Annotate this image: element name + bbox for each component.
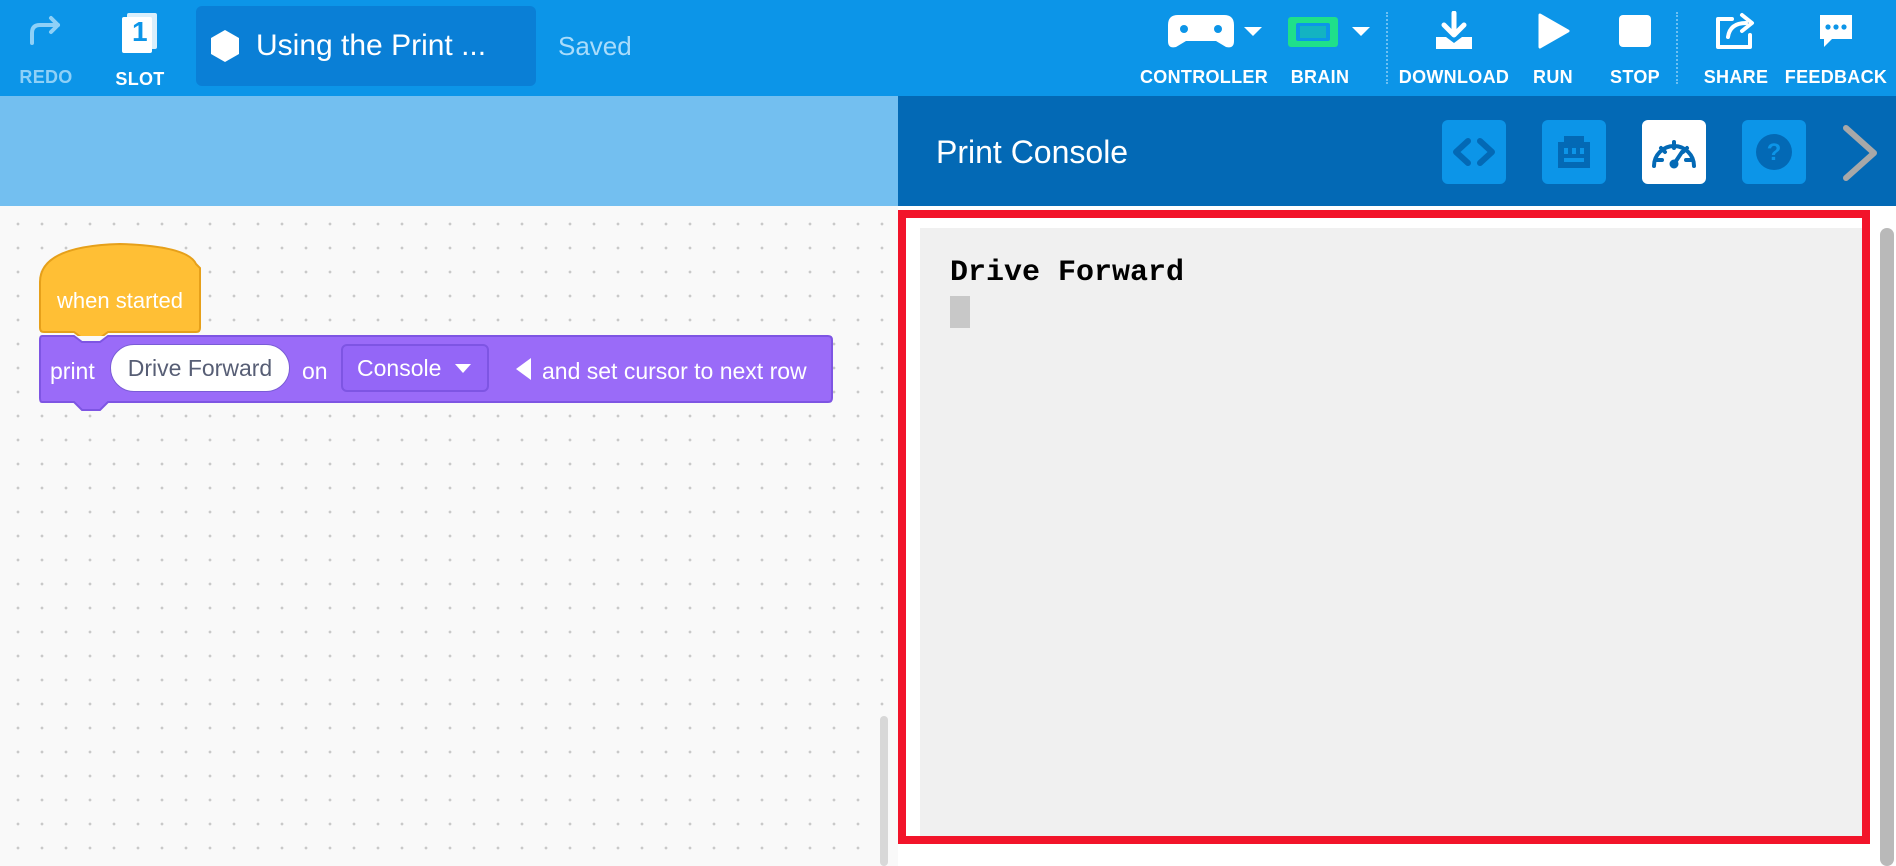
project-title-box[interactable]: Using the Print ... [196, 6, 536, 86]
share-button[interactable]: SHARE [1704, 10, 1768, 86]
slot-icon: 1 [118, 10, 162, 54]
devices-icon [1558, 136, 1590, 168]
devices-button[interactable] [1542, 120, 1606, 184]
print-word: print [50, 358, 95, 384]
feedback-button[interactable]: FEEDBACK [1784, 10, 1888, 87]
play-icon [1536, 10, 1570, 52]
run-button[interactable]: RUN [1530, 10, 1576, 86]
save-status: Saved [558, 31, 632, 61]
stop-button[interactable]: STOP [1608, 10, 1662, 86]
help-button[interactable]: ? [1742, 120, 1806, 184]
console-scrollbar[interactable] [1880, 228, 1894, 866]
slot-number: 1 [132, 16, 148, 47]
when-started-label: when started [57, 288, 183, 313]
share-icon [1714, 10, 1758, 52]
stop-label: STOP [1610, 67, 1660, 87]
redo-label: REDO [19, 67, 73, 87]
dashboard-icon [1652, 140, 1696, 169]
panel-title: Print Console [936, 134, 1129, 170]
slot-button[interactable]: 1 SLOT [114, 10, 166, 89]
on-word: on [302, 358, 328, 384]
print-block[interactable]: print Drive Forward on Console and set c… [38, 334, 834, 416]
brain-label: BRAIN [1290, 67, 1350, 87]
brain-button[interactable]: BRAIN [1284, 10, 1376, 86]
redo-icon [26, 10, 66, 52]
run-label: RUN [1533, 67, 1573, 87]
chevron-right-icon[interactable] [1838, 124, 1882, 182]
console-cursor [950, 296, 970, 328]
toolbar-divider [1676, 12, 1678, 84]
stop-icon [1617, 10, 1653, 52]
controller-label: CONTROLLER [1140, 67, 1268, 87]
code-viewer-icon [1453, 138, 1495, 166]
console-output-line: Drive Forward [950, 256, 1185, 290]
help-icon: ? [1756, 134, 1792, 170]
top-toolbar: REDO 1 SLOT Using the Print ... Saved CO… [0, 0, 1896, 96]
print-text-input[interactable]: Drive Forward [110, 344, 290, 392]
slot-label: SLOT [115, 69, 165, 89]
redo-button[interactable]: REDO [18, 10, 74, 86]
print-console-header: Print Console ? [898, 96, 1896, 206]
download-label: DOWNLOAD [1398, 67, 1510, 87]
print-target-value: Console [357, 354, 442, 381]
cursor-next-row-label: and set cursor to next row [542, 358, 807, 384]
controller-icon [1144, 10, 1264, 52]
download-button[interactable]: DOWNLOAD [1398, 10, 1510, 86]
chevron-down-icon [455, 363, 472, 373]
collapse-arrow-icon[interactable] [516, 358, 531, 380]
controller-button[interactable]: CONTROLLER [1140, 10, 1268, 86]
toolbar-divider [1386, 12, 1388, 84]
brain-icon [1284, 10, 1376, 52]
code-viewer-button[interactable] [1442, 120, 1506, 184]
project-hexagon-icon [211, 30, 239, 62]
feedback-label: FEEDBACK [1784, 67, 1888, 87]
svg-text:?: ? [1767, 139, 1782, 166]
when-started-block[interactable]: when started [38, 242, 202, 336]
console-output-area[interactable] [920, 228, 1862, 838]
dashboard-button[interactable] [1642, 120, 1706, 184]
workspace-scrollbar[interactable] [880, 716, 888, 866]
feedback-icon [1816, 10, 1856, 52]
project-title: Using the Print ... [256, 29, 487, 62]
download-icon [1432, 10, 1476, 52]
vexcode-app: REDO 1 SLOT Using the Print ... Saved CO… [0, 0, 1896, 866]
workspace-header [0, 96, 898, 206]
print-target-dropdown[interactable]: Console [341, 344, 489, 392]
share-label: SHARE [1703, 67, 1769, 87]
